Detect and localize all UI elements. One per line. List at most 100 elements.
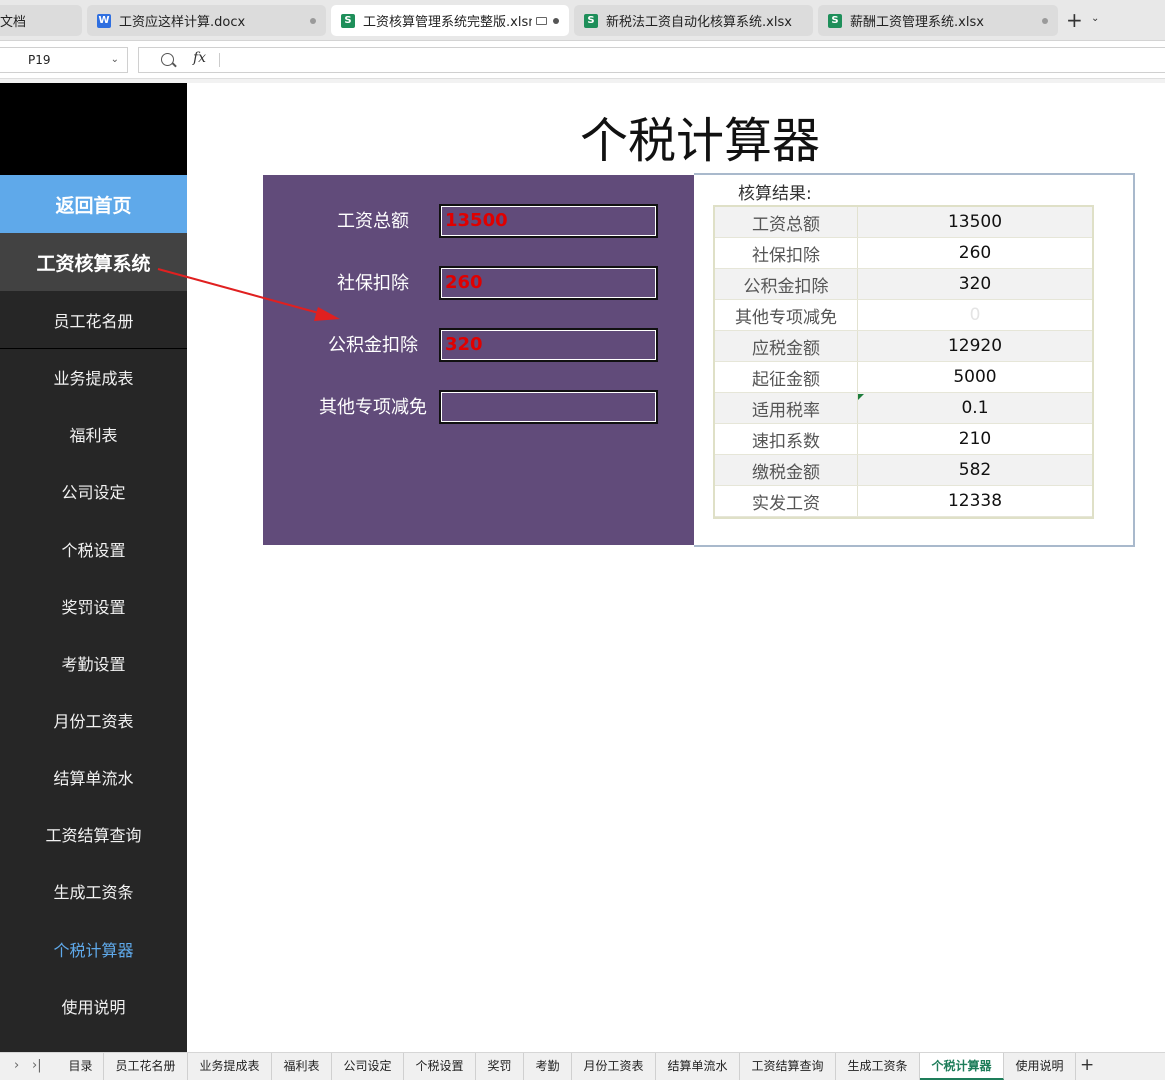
- results-table: 工资总额 13500 社保扣除 260 公积金扣除 320 其他专项减免 0 应…: [713, 205, 1094, 519]
- sheet-canvas: 返回首页 工资核算系统 员工花名册 业务提成表 福利表 公司设定 个税设置 奖罚…: [0, 83, 1165, 1052]
- sheet-tab[interactable]: 目录: [58, 1053, 104, 1080]
- row-label: 工资总额: [715, 207, 858, 237]
- table-row: 其他专项减免 0: [715, 300, 1092, 331]
- sheet-tab-active[interactable]: 个税计算器: [920, 1053, 1004, 1080]
- row-value[interactable]: 0.1: [858, 393, 1092, 423]
- table-row: 缴税金额 582: [715, 455, 1092, 486]
- fx-icon[interactable]: fx: [193, 50, 206, 66]
- row-label: 其他专项减免: [715, 300, 858, 330]
- sheet-tab[interactable]: 员工花名册: [104, 1053, 188, 1080]
- sidebar-item-reward-settings[interactable]: 奖罚设置: [0, 577, 187, 634]
- sheet-tab[interactable]: 生成工资条: [836, 1053, 920, 1080]
- results-heading: 核算结果:: [738, 184, 812, 204]
- special-deduction-input[interactable]: [439, 390, 658, 424]
- sidebar-header: 工资核算系统: [0, 233, 187, 291]
- sidebar-item-company-settings[interactable]: 公司设定: [0, 462, 187, 519]
- row-value[interactable]: 260: [858, 238, 1092, 268]
- input-label: 工资总额: [337, 211, 409, 232]
- page-title: 个税计算器: [579, 113, 820, 169]
- row-label: 实发工资: [715, 486, 858, 516]
- row-value[interactable]: 210: [858, 424, 1092, 454]
- cell-comment-marker-icon: [858, 394, 864, 400]
- tab-label: 工资应这样计算.docx: [119, 15, 246, 30]
- cell-reference: P19: [28, 53, 51, 67]
- sidebar-nav: 返回首页 工资核算系统 员工花名册 业务提成表 福利表 公司设定 个税设置 奖罚…: [0, 83, 187, 1052]
- formula-bar: P19 ⌄ fx: [0, 41, 1165, 79]
- sheet-tab[interactable]: 结算单流水: [656, 1053, 740, 1080]
- name-box[interactable]: P19 ⌄: [0, 47, 128, 73]
- tab-docx[interactable]: W 工资应这样计算.docx: [87, 5, 326, 36]
- tab-xlsx-1[interactable]: S 新税法工资自动化核算系统.xlsx: [574, 5, 813, 36]
- document-tab-bar: 文档 W 工资应这样计算.docx S 工资核算管理系统完整版.xlsm S 新…: [0, 0, 1165, 41]
- tab-label: 文档: [0, 15, 27, 30]
- tab-doc[interactable]: 文档: [0, 5, 82, 36]
- new-tab-plus-icon[interactable]: +: [1066, 10, 1083, 30]
- sheet-tab-bar: › ›| 目录 员工花名册 业务提成表 福利表 公司设定 个税设置 奖罚 考勤 …: [0, 1052, 1165, 1080]
- sidebar-item-tax-calculator[interactable]: 个税计算器: [0, 920, 187, 977]
- sidebar-logo-area: [0, 83, 187, 175]
- row-label: 社保扣除: [715, 238, 858, 268]
- sheet-tab[interactable]: 月份工资表: [572, 1053, 656, 1080]
- sheet-tab[interactable]: 工资结算查询: [740, 1053, 836, 1080]
- row-label: 应税金额: [715, 331, 858, 361]
- sidebar-item-tax-settings[interactable]: 个税设置: [0, 520, 187, 577]
- results-panel: 核算结果: 工资总额 13500 社保扣除 260 公积金扣除 320 其他专项…: [694, 173, 1135, 547]
- chevron-down-icon[interactable]: ⌄: [111, 48, 119, 72]
- tab-xlsx-2[interactable]: S 薪酬工资管理系统.xlsx: [818, 5, 1058, 36]
- tab-close-icon[interactable]: [310, 17, 316, 24]
- sheet-file-icon: S: [341, 13, 355, 28]
- home-button[interactable]: 返回首页: [0, 175, 187, 233]
- chevron-down-icon[interactable]: ⌄: [1091, 13, 1099, 24]
- chevron-right-icon[interactable]: ›: [14, 1058, 19, 1073]
- sidebar-item-roster[interactable]: 员工花名册: [0, 291, 187, 348]
- sheet-tab[interactable]: 个税设置: [404, 1053, 476, 1080]
- social-insurance-input[interactable]: 260: [439, 266, 658, 300]
- table-row: 公积金扣除 320: [715, 269, 1092, 300]
- table-row: 实发工资 12338: [715, 486, 1092, 517]
- sheet-tab[interactable]: 奖罚: [476, 1053, 524, 1080]
- sheet-tab[interactable]: 考勤: [524, 1053, 572, 1080]
- sidebar-item-settlement-log[interactable]: 结算单流水: [0, 748, 187, 805]
- sidebar-item-payslip[interactable]: 生成工资条: [0, 862, 187, 919]
- row-value[interactable]: 582: [858, 455, 1092, 485]
- sidebar-item-monthly-salary[interactable]: 月份工资表: [0, 691, 187, 748]
- formula-input[interactable]: fx: [138, 47, 1165, 73]
- salary-total-input[interactable]: 13500: [439, 204, 658, 238]
- row-label: 缴税金额: [715, 455, 858, 485]
- tab-close-icon[interactable]: [1042, 17, 1048, 24]
- row-value[interactable]: 12920: [858, 331, 1092, 361]
- divider: [219, 53, 220, 67]
- sidebar-item-attendance-settings[interactable]: 考勤设置: [0, 634, 187, 691]
- tab-xlsm-active[interactable]: S 工资核算管理系统完整版.xlsm: [331, 5, 569, 36]
- input-label: 社保扣除: [337, 273, 409, 294]
- row-value[interactable]: 12338: [858, 486, 1092, 516]
- sidebar-item-welfare[interactable]: 福利表: [0, 405, 187, 462]
- table-row: 应税金额 12920: [715, 331, 1092, 362]
- sheet-tab[interactable]: 公司设定: [332, 1053, 404, 1080]
- table-row: 适用税率 0.1: [715, 393, 1092, 424]
- housing-fund-input[interactable]: 320: [439, 328, 658, 362]
- row-value[interactable]: 0: [858, 300, 1092, 330]
- tab-label: 薪酬工资管理系统.xlsx: [850, 15, 984, 30]
- row-label: 适用税率: [715, 393, 858, 423]
- sidebar-item-salary-query[interactable]: 工资结算查询: [0, 805, 187, 862]
- last-sheet-icon[interactable]: ›|: [32, 1058, 42, 1073]
- row-value[interactable]: 5000: [858, 362, 1092, 392]
- row-label: 公积金扣除: [715, 269, 858, 299]
- row-value[interactable]: 320: [858, 269, 1092, 299]
- table-row: 社保扣除 260: [715, 238, 1092, 269]
- row-label: 起征金额: [715, 362, 858, 392]
- row-label: 速扣系数: [715, 424, 858, 454]
- sheet-tab[interactable]: 福利表: [272, 1053, 332, 1080]
- sheet-tab[interactable]: 使用说明: [1004, 1053, 1076, 1080]
- sidebar-item-instructions[interactable]: 使用说明: [0, 977, 187, 1034]
- sheet-file-icon: S: [828, 13, 842, 28]
- zoom-icon[interactable]: [161, 53, 174, 66]
- tab-label: 工资核算管理系统完整版.xlsm: [363, 15, 532, 30]
- row-value[interactable]: 13500: [858, 207, 1092, 237]
- tab-close-icon[interactable]: [553, 17, 559, 24]
- sheet-tab[interactable]: 业务提成表: [188, 1053, 272, 1080]
- add-sheet-plus-icon[interactable]: +: [1080, 1055, 1094, 1075]
- table-row: 速扣系数 210: [715, 424, 1092, 455]
- sidebar-item-commission[interactable]: 业务提成表: [0, 348, 187, 405]
